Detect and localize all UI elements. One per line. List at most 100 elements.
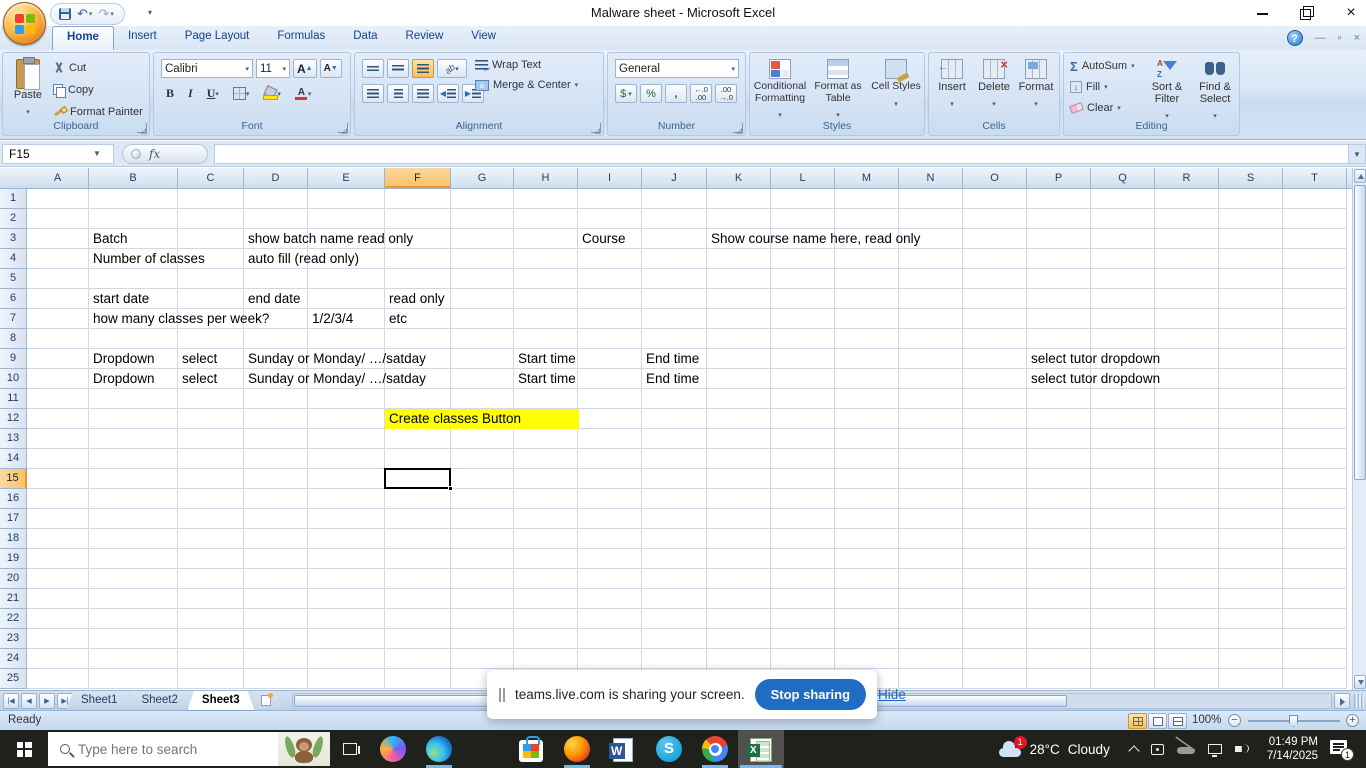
- column-header-H[interactable]: H: [514, 168, 578, 188]
- taskbar-app-skype[interactable]: [646, 730, 692, 768]
- cell-J10[interactable]: End time: [642, 369, 699, 389]
- stop-sharing-button[interactable]: Stop sharing: [755, 679, 866, 710]
- next-sheet-button[interactable]: ▶: [39, 693, 55, 709]
- column-header-M[interactable]: M: [835, 168, 899, 188]
- top-align-button[interactable]: [362, 59, 384, 78]
- zoom-slider-handle[interactable]: [1289, 715, 1298, 727]
- insert-worksheet-tab[interactable]: [249, 691, 283, 711]
- bottom-align-button[interactable]: [412, 59, 434, 78]
- row-header-19[interactable]: 19: [0, 549, 27, 569]
- cell-F12[interactable]: Create classes Button: [385, 409, 521, 429]
- hidden-icons-chevron[interactable]: [1128, 745, 1139, 756]
- currency-button[interactable]: $▾: [615, 84, 637, 103]
- increase-font-button[interactable]: A▲: [293, 59, 317, 78]
- clear-button[interactable]: Clear▾: [1070, 100, 1135, 116]
- name-box-input[interactable]: [3, 147, 91, 161]
- tab-home[interactable]: Home: [52, 26, 114, 50]
- decrease-indent-button[interactable]: ◀: [437, 84, 459, 103]
- bold-button[interactable]: B: [161, 84, 179, 103]
- taskbar-app-firefox[interactable]: [554, 730, 600, 768]
- row-header-11[interactable]: 11: [0, 389, 27, 409]
- cell-B9[interactable]: Dropdown: [89, 349, 155, 369]
- tab-page-layout[interactable]: Page Layout: [171, 26, 264, 50]
- cell-B7[interactable]: how many classes per week?: [89, 309, 269, 329]
- row-header-25[interactable]: 25: [0, 669, 27, 689]
- number-dialog-launcher[interactable]: [733, 123, 743, 133]
- cell-B6[interactable]: start date: [89, 289, 149, 309]
- increase-decimal-button[interactable]: ←.0.00: [690, 84, 712, 103]
- tab-splitter-handle[interactable]: [1354, 694, 1364, 708]
- scroll-right-button[interactable]: [1334, 693, 1350, 709]
- cell-grid[interactable]: Batchshow batch name read onlyCourseShow…: [27, 189, 1347, 689]
- column-header-R[interactable]: R: [1155, 168, 1219, 188]
- volume-icon[interactable]: [1235, 743, 1249, 755]
- column-header-P[interactable]: P: [1027, 168, 1091, 188]
- workbook-minimize-button[interactable]: —: [1315, 32, 1326, 44]
- row-header-8[interactable]: 8: [0, 329, 27, 349]
- cell-P9[interactable]: select tutor dropdown: [1027, 349, 1160, 369]
- cell-D3[interactable]: show batch name read only: [244, 229, 413, 249]
- row-header-12[interactable]: 12: [0, 409, 27, 429]
- formula-bar-expand-button[interactable]: ▼: [1348, 144, 1366, 164]
- tab-view[interactable]: View: [457, 26, 510, 50]
- help-button[interactable]: ?: [1287, 30, 1303, 46]
- column-header-B[interactable]: B: [89, 168, 178, 188]
- network-icon[interactable]: [1208, 744, 1222, 754]
- insert-function-button[interactable]: fx: [122, 144, 208, 164]
- font-color-button[interactable]: A▾: [290, 85, 317, 102]
- borders-button[interactable]: ▾: [228, 85, 255, 102]
- row-header-14[interactable]: 14: [0, 449, 27, 469]
- cell-D9[interactable]: Sunday or Monday/ …/satday: [244, 349, 426, 369]
- column-header-Q[interactable]: Q: [1091, 168, 1155, 188]
- tab-insert[interactable]: Insert: [114, 26, 171, 50]
- vertical-scrollbar[interactable]: [1352, 168, 1366, 690]
- paste-button[interactable]: Paste ▾: [8, 57, 48, 121]
- align-right-button[interactable]: [412, 84, 434, 103]
- name-box[interactable]: ▼: [2, 144, 114, 164]
- first-sheet-button[interactable]: |◀: [3, 693, 19, 709]
- column-header-K[interactable]: K: [707, 168, 771, 188]
- weather-widget[interactable]: 1 28°C Cloudy: [987, 741, 1120, 757]
- taskbar-search[interactable]: [48, 732, 330, 766]
- tab-formulas[interactable]: Formulas: [263, 26, 339, 50]
- column-header-C[interactable]: C: [178, 168, 244, 188]
- cell-K3[interactable]: Show course name here, read only: [707, 229, 920, 249]
- cell-E7[interactable]: 1/2/3/4: [308, 309, 353, 329]
- cell-H10[interactable]: Start time: [514, 369, 576, 389]
- taskbar-app-edge[interactable]: [416, 730, 462, 768]
- row-header-21[interactable]: 21: [0, 589, 27, 609]
- cell-B4[interactable]: Number of classes: [89, 249, 205, 269]
- cell-I3[interactable]: Course: [578, 229, 626, 249]
- fill-handle[interactable]: [448, 486, 453, 491]
- scroll-down-button[interactable]: [1354, 675, 1366, 689]
- name-box-caret-icon[interactable]: ▼: [93, 149, 101, 158]
- column-header-T[interactable]: T: [1283, 168, 1347, 188]
- zoom-in-button[interactable]: +: [1346, 714, 1359, 727]
- office-button[interactable]: [3, 2, 46, 45]
- column-header-E[interactable]: E: [308, 168, 385, 188]
- column-header-O[interactable]: O: [963, 168, 1027, 188]
- cell-D10[interactable]: Sunday or Monday/ …/satday: [244, 369, 426, 389]
- zoom-out-button[interactable]: −: [1228, 714, 1241, 727]
- alignment-dialog-launcher[interactable]: [591, 123, 601, 133]
- workbook-restore-button[interactable]: ▫: [1338, 32, 1342, 44]
- cell-F7[interactable]: etc: [385, 309, 407, 329]
- row-header-22[interactable]: 22: [0, 609, 27, 629]
- screen-share-tray-icon[interactable]: [1151, 744, 1164, 755]
- row-header-15[interactable]: 15: [0, 469, 27, 489]
- column-header-S[interactable]: S: [1219, 168, 1283, 188]
- sort-filter-button[interactable]: AZ Sort & Filter▾: [1142, 57, 1192, 121]
- row-header-4[interactable]: 4: [0, 249, 27, 269]
- row-header-18[interactable]: 18: [0, 529, 27, 549]
- merge-center-button[interactable]: aMerge & Center▾: [475, 79, 578, 91]
- task-view-button[interactable]: [330, 730, 370, 768]
- cell-C9[interactable]: select: [178, 349, 217, 369]
- restore-button[interactable]: [1300, 6, 1314, 20]
- formula-input[interactable]: [214, 144, 1348, 164]
- cell-B10[interactable]: Dropdown: [89, 369, 155, 389]
- font-size-combo[interactable]: 11▾: [256, 59, 290, 78]
- autosum-button[interactable]: ΣAutoSum▾: [1070, 58, 1135, 74]
- comma-button[interactable]: ,: [665, 84, 687, 103]
- hide-link[interactable]: Hide: [878, 687, 906, 702]
- cell-styles-button[interactable]: Cell Styles▾: [868, 57, 924, 121]
